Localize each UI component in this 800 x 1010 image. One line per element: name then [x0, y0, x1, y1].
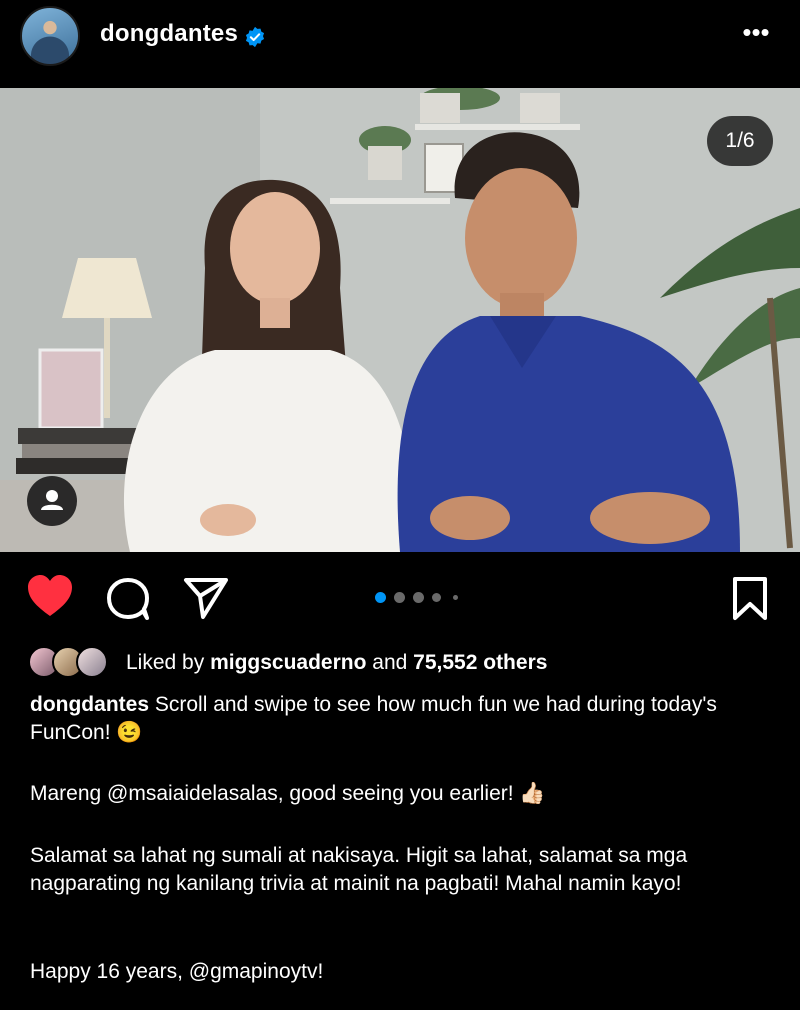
- likes-count[interactable]: 75,552 others: [413, 651, 547, 674]
- heart-filled-icon[interactable]: [26, 574, 74, 618]
- liker-avatar: [76, 646, 108, 678]
- likes-text: Liked by miggscuaderno and 75,552 others: [126, 651, 547, 675]
- tagged-users-button[interactable]: [27, 476, 77, 526]
- send-icon[interactable]: [183, 576, 229, 620]
- carousel-dot: [432, 593, 441, 602]
- likes-connector: and: [372, 651, 408, 674]
- caption-line-2: Mareng @msaiaidelasalas, good seeing you…: [30, 782, 546, 805]
- likes-prefix: Liked by: [126, 651, 205, 674]
- post-photo[interactable]: [0, 88, 800, 552]
- caption-line-3: Salamat sa lahat ng sumali at nakisaya. …: [30, 844, 688, 895]
- carousel-dot: [453, 595, 458, 600]
- post-username[interactable]: dongdantes: [100, 20, 238, 48]
- more-options-icon[interactable]: •••: [738, 19, 774, 52]
- caption: dongdantes Scroll and swipe to see how m…: [30, 691, 780, 747]
- comment-icon[interactable]: [105, 577, 151, 621]
- shelf: [330, 198, 450, 204]
- woman-blouse: [123, 350, 413, 552]
- carousel-dot: [394, 592, 405, 603]
- caption-username[interactable]: dongdantes: [30, 693, 149, 716]
- profile-avatar[interactable]: [20, 6, 80, 66]
- carousel-dot: [413, 592, 424, 603]
- carousel-dot-active: [375, 592, 386, 603]
- caption-line-4: Happy 16 years, @gmapinoytv!: [30, 960, 324, 983]
- post-header: dongdantes •••: [0, 0, 800, 88]
- verified-badge-icon: [245, 26, 265, 48]
- carousel-counter: 1/6: [707, 116, 773, 166]
- user-icon: [41, 490, 63, 510]
- photo-scene: [0, 88, 800, 552]
- bookmark-icon[interactable]: [730, 576, 770, 622]
- liker-username[interactable]: miggscuaderno: [210, 651, 366, 674]
